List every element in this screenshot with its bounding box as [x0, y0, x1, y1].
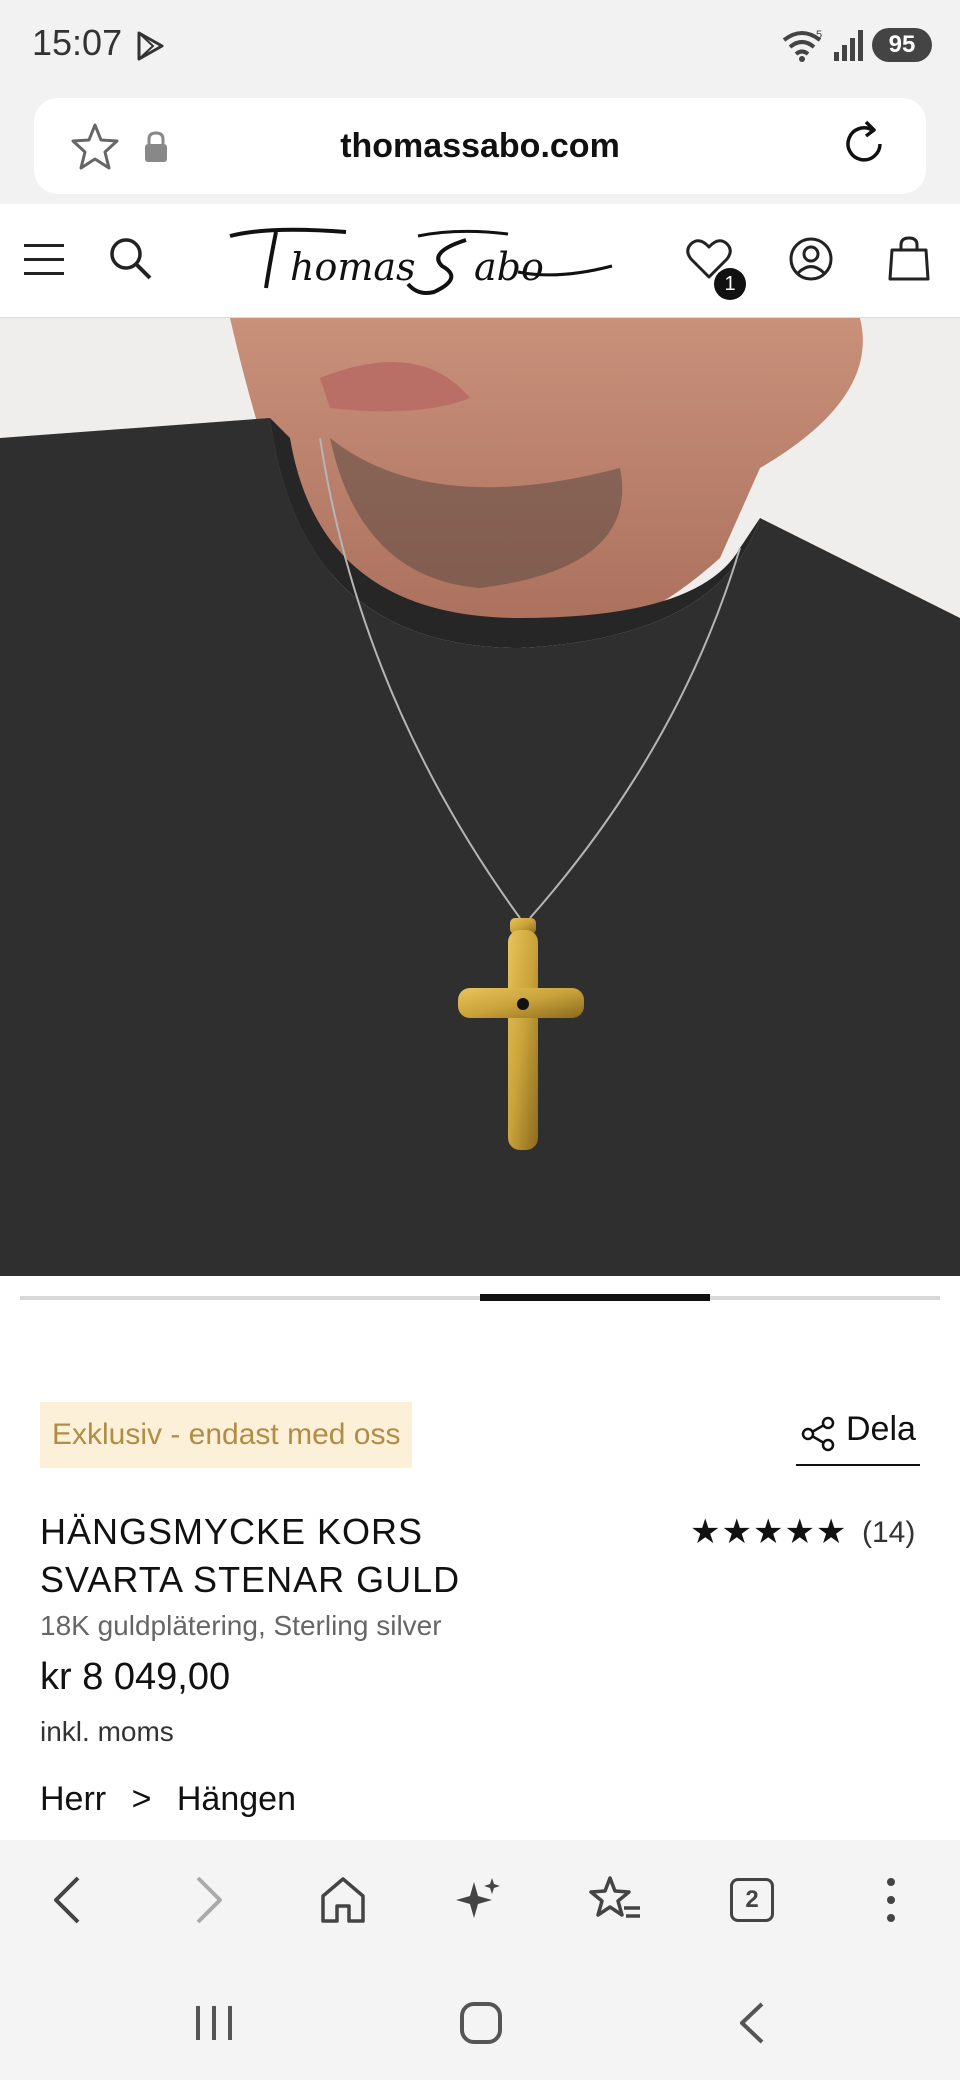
- wishlist-count-badge: 1: [714, 268, 746, 300]
- share-icon[interactable]: [800, 1416, 836, 1452]
- rating-stars[interactable]: ★★★★★: [690, 1512, 847, 1552]
- lock-icon: [145, 131, 167, 162]
- breadcrumb-item-herr[interactable]: Herr: [40, 1780, 106, 1818]
- product-title: HÄNGSMYCKE KORS SVARTA STENAR GULD: [40, 1508, 640, 1604]
- shopping-bag-icon[interactable]: [888, 236, 930, 282]
- more-icon[interactable]: [876, 1874, 906, 1926]
- logo-text-sabo: abo: [474, 245, 544, 289]
- search-icon[interactable]: [108, 236, 154, 282]
- breadcrumb-item-hangen[interactable]: Hängen: [177, 1780, 296, 1818]
- status-time: 15:07: [32, 22, 123, 63]
- rating-count[interactable]: (14): [862, 1516, 915, 1550]
- system-back-icon[interactable]: [734, 2000, 770, 2046]
- bookmarks-icon[interactable]: [588, 1874, 642, 1926]
- menu-icon[interactable]: [22, 240, 68, 280]
- breadcrumb: Herr > Hängen: [40, 1780, 312, 1819]
- svg-text:5: 5: [816, 29, 822, 41]
- wifi-icon: 5: [782, 29, 822, 62]
- product-photo-illustration: [0, 318, 960, 1276]
- price-note: inkl. moms: [40, 1716, 174, 1747]
- exclusive-badge: Exklusiv - endast med oss: [40, 1402, 413, 1468]
- reload-icon[interactable]: [842, 118, 888, 168]
- play-store-icon: [137, 31, 164, 61]
- share-label[interactable]: Dela: [846, 1410, 916, 1449]
- tabs-icon[interactable]: 2: [730, 1878, 774, 1922]
- carousel-active-indicator[interactable]: [480, 1294, 710, 1301]
- back-icon[interactable]: [48, 1874, 88, 1926]
- brand-logo[interactable]: homas abo: [228, 222, 614, 298]
- product-material: 18K guldplätering, Sterling silver: [40, 1610, 442, 1641]
- account-icon[interactable]: [788, 236, 834, 282]
- bookmark-star-icon[interactable]: [70, 122, 120, 172]
- product-image[interactable]: [0, 318, 960, 1276]
- logo-text-thomas: homas: [290, 245, 416, 289]
- battery-indicator: 95: [872, 28, 932, 62]
- forward-icon[interactable]: [188, 1874, 228, 1926]
- product-price: kr 8 049,00: [40, 1656, 231, 1698]
- breadcrumb-separator: >: [131, 1780, 152, 1818]
- signal-icon: [834, 30, 863, 61]
- product-title-line-2: SVARTA STENAR GULD: [40, 1559, 461, 1600]
- product-title-line-1: HÄNGSMYCKE KORS: [40, 1511, 424, 1552]
- recent-apps-icon[interactable]: [190, 2000, 240, 2046]
- home-icon[interactable]: [318, 1874, 368, 1926]
- assistant-sparkle-icon[interactable]: [454, 1874, 504, 1926]
- home-button-icon[interactable]: [458, 2000, 504, 2046]
